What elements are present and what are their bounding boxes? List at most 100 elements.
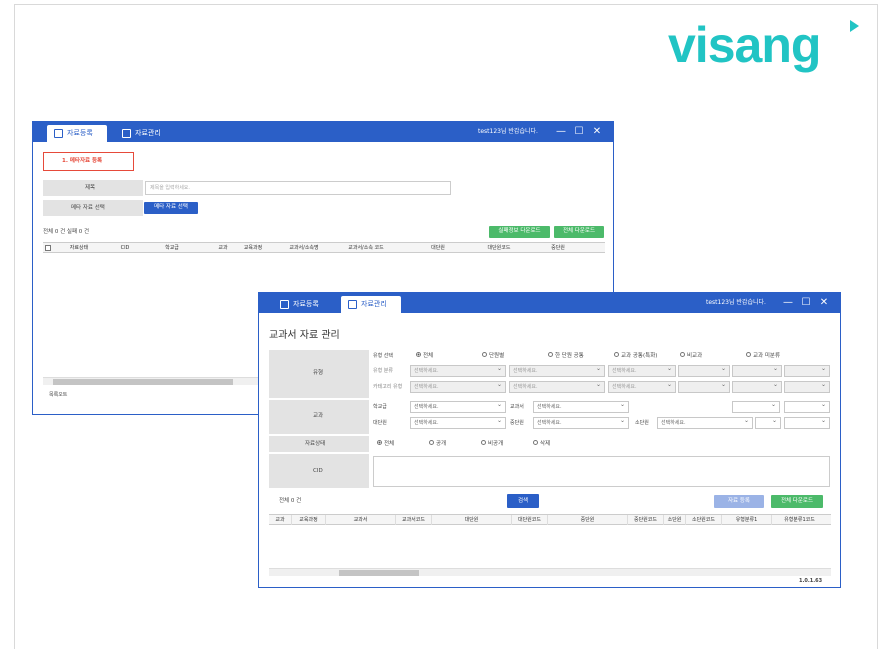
front-horizontal-scrollbar[interactable] xyxy=(269,568,831,576)
type-category-select-4[interactable] xyxy=(678,364,730,377)
unit-extra-select-1[interactable] xyxy=(755,416,781,429)
back-horizontal-scrollbar[interactable] xyxy=(43,377,273,385)
tab-label: 자료관리 xyxy=(135,129,161,137)
minimize-button[interactable]: — xyxy=(782,297,794,309)
unit-small-select[interactable]: 선택하세요. xyxy=(657,416,753,429)
type-radio-non-subject[interactable]: 비교과 xyxy=(680,352,702,361)
school-level-select[interactable]: 선택하세요. xyxy=(410,400,506,413)
download-all-button[interactable]: 전체 다운로드 xyxy=(771,495,823,508)
type-category-select-6[interactable] xyxy=(784,364,830,377)
section-title: 1. 메타자료 등록 xyxy=(62,158,103,164)
type-category-select-1[interactable]: 선택하세요. xyxy=(410,364,506,377)
back-count: 전체 0 건 실패 0 건 xyxy=(43,229,90,235)
cid-label: CID xyxy=(313,468,323,474)
col-subject: 교과 xyxy=(218,245,228,251)
col-school: 학교급 xyxy=(165,245,179,251)
col-cid: CID xyxy=(120,245,130,251)
tab-register[interactable]: 자료등록 xyxy=(47,125,107,142)
unit-mid-select[interactable]: 선택하세요. xyxy=(533,416,629,429)
type-category-select-3[interactable]: 선택하세요. xyxy=(608,364,676,377)
subject-label: 교과 xyxy=(313,413,324,419)
maximize-button[interactable]: ☐ xyxy=(800,297,812,309)
title-placeholder: 제목을 입력하세요. xyxy=(150,185,190,191)
tab-label: 자료등록 xyxy=(67,129,93,137)
maximize-button[interactable]: ☐ xyxy=(573,126,585,138)
minimize-button[interactable]: — xyxy=(555,126,567,138)
type-radio-unclassified[interactable]: 교과 미분류 xyxy=(746,352,780,361)
front-table-header: 교과 교육과정 교과서 교과서코드 대단원 대단원코드 중단원 중단원코드 소단… xyxy=(269,514,831,525)
type-radio-unit-common[interactable]: 한 단원 공통 xyxy=(548,352,584,361)
type-category-label: 유형 분류 xyxy=(373,368,393,374)
scroll-thumb[interactable] xyxy=(53,379,233,385)
meta-select-button[interactable]: 메타 자료 선택 xyxy=(144,202,198,214)
type-radio-all[interactable]: 전체 xyxy=(416,352,433,361)
title-bar: 자료등록 자료관리 test123님 반갑습니다. — ☐ ✕ xyxy=(259,293,840,313)
scroll-thumb[interactable] xyxy=(339,570,419,576)
close-button[interactable]: ✕ xyxy=(591,126,603,138)
textbook-select[interactable]: 선택하세요. xyxy=(533,400,629,413)
category-select-2[interactable]: 선택하세요. xyxy=(509,380,605,393)
col-unit-large-code: 대단원코드 xyxy=(511,515,547,525)
radio-label: 단원별 xyxy=(489,353,505,359)
visang-logo: visang xyxy=(668,18,864,88)
radio-label: 삭제 xyxy=(540,441,551,447)
title-input[interactable]: 제목을 입력하세요. xyxy=(145,181,451,195)
status-radio-all[interactable]: 전체 xyxy=(377,440,394,449)
unit-extra-select-2[interactable] xyxy=(784,416,830,429)
close-button[interactable]: ✕ xyxy=(818,297,830,309)
register-button[interactable]: 자료 등록 xyxy=(714,495,764,508)
category-select-3[interactable]: 선택하세요. xyxy=(608,380,676,393)
radio-label: 비교과 xyxy=(687,353,703,359)
tab-manage[interactable]: 자료관리 xyxy=(115,125,179,142)
edit-icon xyxy=(280,300,289,309)
status-radio-private[interactable]: 비공개 xyxy=(481,440,503,449)
col-textbook-code: 교과서코드 xyxy=(395,515,431,525)
subject-extra-select-2[interactable] xyxy=(784,400,830,413)
type-category-select-5[interactable] xyxy=(732,364,782,377)
col-textbook: 교과서 xyxy=(325,515,395,525)
category-type-label: 카테고리 유형 xyxy=(373,384,403,390)
type-radio-subject-common[interactable]: 교과 공통(특화) xyxy=(614,352,657,361)
result-count: 전체 0 건 xyxy=(279,498,302,504)
category-select-6[interactable] xyxy=(784,380,830,393)
col-unit-small: 소단원 xyxy=(663,515,685,525)
tab-register[interactable]: 자료등록 xyxy=(273,296,337,313)
back-table-header: 자료상태 CID 학교급 교과 교육과정 교과서/소속명 교과서/소속 코드 대… xyxy=(43,242,605,253)
subject-extra-select-1[interactable] xyxy=(732,400,780,413)
category-select-1[interactable]: 선택하세요. xyxy=(410,380,506,393)
school-level-label: 학교급 xyxy=(373,404,387,410)
radio-label: 전체 xyxy=(423,353,434,359)
col-unit-mid: 중단원 xyxy=(551,245,565,251)
fail-download-button[interactable]: 실패정보 다운로드 xyxy=(489,226,550,238)
user-greeting: test123님 반갑습니다. xyxy=(706,299,766,306)
tab-label: 자료관리 xyxy=(361,300,387,308)
category-select-4[interactable] xyxy=(678,380,730,393)
col-subject: 교과 xyxy=(275,517,285,523)
radio-label: 비공개 xyxy=(488,441,504,447)
status-radio-public[interactable]: 공개 xyxy=(429,440,446,449)
edit-icon xyxy=(54,129,63,138)
unit-large-label: 대단원 xyxy=(373,420,387,426)
tab-label: 자료등록 xyxy=(293,300,319,308)
col-unit-large-code: 대단원코드 xyxy=(487,245,511,251)
cid-textarea[interactable] xyxy=(373,456,830,487)
col-unit-large: 대단원 xyxy=(431,515,511,525)
tab-manage[interactable]: 자료관리 xyxy=(341,296,401,313)
footer-tab[interactable]: 목록오트 xyxy=(49,391,67,400)
document-icon xyxy=(122,129,131,138)
status-radio-deleted[interactable]: 삭제 xyxy=(533,440,550,449)
logo-triangle-icon xyxy=(850,20,859,32)
unit-large-select[interactable]: 선택하세요. xyxy=(410,416,506,429)
checkbox[interactable] xyxy=(45,245,51,251)
search-button[interactable]: 검색 xyxy=(507,494,539,508)
radio-label: 교과 공통(특화) xyxy=(621,353,658,359)
col-type1: 유형분류1 xyxy=(721,515,771,525)
category-select-5[interactable] xyxy=(732,380,782,393)
document-icon xyxy=(348,300,357,309)
type-radio-unit[interactable]: 단원별 xyxy=(482,352,504,361)
radio-label: 교과 미분류 xyxy=(753,353,781,359)
all-download-button[interactable]: 전체 다운로드 xyxy=(554,226,604,238)
title-bar: 자료등록 자료관리 test123님 반갑습니다. — ☐ ✕ xyxy=(33,122,613,142)
type-category-select-2[interactable]: 선택하세요. xyxy=(509,364,605,377)
col-unit-mid-code: 중단원코드 xyxy=(627,515,663,525)
